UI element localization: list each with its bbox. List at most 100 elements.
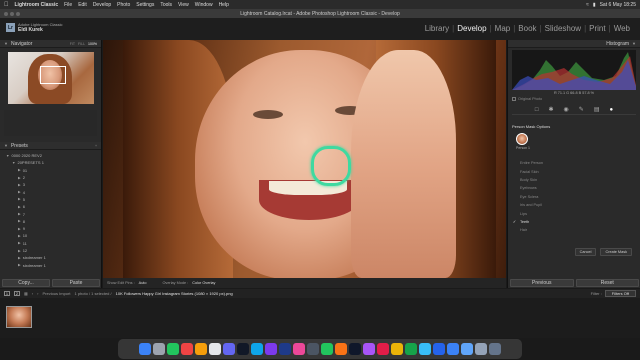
dock-app-icon[interactable] <box>293 343 305 355</box>
preset-row[interactable]: ▶ 12 <box>4 247 97 254</box>
zoom-fit[interactable]: FIT <box>70 42 75 46</box>
preset-row[interactable]: ▶ sixdreamer 1 <box>4 261 97 268</box>
dock-app-icon[interactable] <box>475 343 487 355</box>
app-menu[interactable]: Lightroom Classic <box>15 2 59 8</box>
dock-app-icon[interactable] <box>237 343 249 355</box>
module-web[interactable]: Web <box>612 24 632 33</box>
zoom-100[interactable]: 100% <box>88 42 97 46</box>
preset-row[interactable]: ▶ 9 <box>4 225 97 232</box>
preset-expand-icon[interactable]: ▶ <box>18 168 21 172</box>
dock-app-icon[interactable] <box>405 343 417 355</box>
preset-row[interactable]: ▼ 20PRESETS 1 <box>4 159 97 166</box>
grid-view-icon[interactable]: ▦ <box>24 291 28 296</box>
filmstrip-source[interactable]: Previous Import <box>42 291 70 296</box>
dock-app-icon[interactable] <box>167 343 179 355</box>
preset-row[interactable]: ▶ 6 <box>4 203 97 210</box>
menubar-clock[interactable]: Sat 6 May 18:25 <box>600 2 636 8</box>
mask-part-option[interactable]: Facial Skin <box>512 167 636 175</box>
preset-row[interactable]: ▶ 2 <box>4 174 97 181</box>
primary-window-button[interactable]: 1 <box>4 291 10 296</box>
preset-row[interactable]: ▶ 3 <box>4 181 97 188</box>
dock-app-icon[interactable] <box>377 343 389 355</box>
mask-part-option[interactable]: Eyebrows <box>512 184 636 192</box>
collapse-triangle-icon[interactable]: ▼ <box>4 41 8 46</box>
module-library[interactable]: Library <box>423 24 451 33</box>
show-edit-pins-select[interactable]: Auto <box>139 281 147 285</box>
histogram-header[interactable]: Histogram ▼ <box>508 40 640 48</box>
menu-settings[interactable]: Settings <box>136 2 154 8</box>
dock-app-icon[interactable] <box>419 343 431 355</box>
preset-row[interactable]: ▼ 0000 2020 REV2 <box>4 152 97 159</box>
dock-app-icon[interactable] <box>391 343 403 355</box>
collapse-triangle-icon[interactable]: ▼ <box>632 41 636 46</box>
preset-expand-icon[interactable]: ▶ <box>18 176 21 180</box>
mask-brush-cursor[interactable] <box>311 146 351 186</box>
reset-button[interactable]: Reset <box>575 279 639 287</box>
preset-expand-icon[interactable]: ▶ <box>18 212 21 216</box>
folder-triangle-icon[interactable]: ▼ <box>12 161 15 165</box>
preset-expand-icon[interactable]: ▶ <box>18 219 21 223</box>
module-book[interactable]: Book <box>516 24 538 33</box>
mask-part-option[interactable]: Eye Sclera <box>512 193 636 201</box>
folder-triangle-icon[interactable]: ▼ <box>6 154 9 158</box>
overlay-mode-select[interactable]: Color Overlay <box>192 281 215 285</box>
zoom-window-icon[interactable] <box>16 11 20 16</box>
module-map[interactable]: Map <box>493 24 513 33</box>
battery-icon[interactable]: ▮ <box>593 2 596 8</box>
dock-app-icon[interactable] <box>195 343 207 355</box>
mask-part-option[interactable]: Iris and Pupil <box>512 201 636 209</box>
preset-expand-icon[interactable]: ▶ <box>18 183 21 187</box>
checkmark-icon[interactable]: ✓ <box>512 219 517 224</box>
preset-expand-icon[interactable]: ▶ <box>18 256 21 260</box>
dock-app-icon[interactable] <box>265 343 277 355</box>
preset-row[interactable]: ▶ 5 <box>4 196 97 203</box>
mask-part-option[interactable]: Hair <box>512 226 636 234</box>
copy-button[interactable]: Copy... <box>2 279 50 287</box>
filter-select[interactable]: Filters Off <box>604 290 636 297</box>
mask-part-option[interactable]: Lips <box>512 209 636 217</box>
menu-tools[interactable]: Tools <box>160 2 172 8</box>
dock-app-icon[interactable] <box>335 343 347 355</box>
create-mask-button[interactable]: Create Mask <box>600 248 632 256</box>
menu-edit[interactable]: Edit <box>78 2 87 8</box>
module-develop[interactable]: Develop <box>455 24 488 33</box>
original-photo-checkbox[interactable] <box>512 97 516 101</box>
menu-window[interactable]: Window <box>195 2 213 8</box>
dock-app-icon[interactable] <box>447 343 459 355</box>
menu-file[interactable]: File <box>64 2 72 8</box>
close-window-icon[interactable] <box>4 11 8 16</box>
histogram[interactable] <box>512 50 636 90</box>
add-preset-icon[interactable]: + <box>95 144 97 148</box>
navigator-preview[interactable] <box>8 52 94 104</box>
masking-tool-icon[interactable]: ● <box>609 107 613 113</box>
menu-photo[interactable]: Photo <box>117 2 130 8</box>
dock-app-icon[interactable] <box>223 343 235 355</box>
mask-part-option[interactable]: Body Skin <box>512 176 636 184</box>
preset-expand-icon[interactable]: ▶ <box>18 234 21 238</box>
dock-app-icon[interactable] <box>461 343 473 355</box>
red-eye-tool-icon[interactable]: ◉ <box>564 106 569 113</box>
crop-tool-icon[interactable]: □ <box>535 107 539 113</box>
dock-app-icon[interactable] <box>209 343 221 355</box>
mask-part-option[interactable]: Entire Person <box>512 159 636 167</box>
menu-help[interactable]: Help <box>219 2 229 8</box>
healing-tool-icon[interactable]: ✱ <box>549 106 554 113</box>
dock-app-icon[interactable] <box>139 343 151 355</box>
preset-expand-icon[interactable]: ▶ <box>18 227 21 231</box>
preset-row[interactable]: ▶ 8 <box>4 218 97 225</box>
minimize-window-icon[interactable] <box>10 11 14 16</box>
preset-row[interactable]: ▶ sixdreamer 1 <box>4 254 97 261</box>
previous-button[interactable]: Previous <box>510 279 574 287</box>
preset-expand-icon[interactable]: ▶ <box>18 205 21 209</box>
preset-row[interactable]: ▶ 10 <box>4 232 97 239</box>
preset-expand-icon[interactable]: ▶ <box>18 241 21 245</box>
image-canvas[interactable] <box>103 40 506 278</box>
original-photo-toggle[interactable]: Original Photo <box>508 95 640 103</box>
mask-part-option[interactable]: ✓ Teeth <box>512 218 636 226</box>
dock-app-icon[interactable] <box>433 343 445 355</box>
preset-expand-icon[interactable]: ▶ <box>18 197 21 201</box>
dock-app-icon[interactable] <box>363 343 375 355</box>
dock-app-icon[interactable] <box>349 343 361 355</box>
gradient-tool-icon[interactable]: ▤ <box>594 106 600 113</box>
apple-menu-icon[interactable]:  <box>4 2 9 8</box>
